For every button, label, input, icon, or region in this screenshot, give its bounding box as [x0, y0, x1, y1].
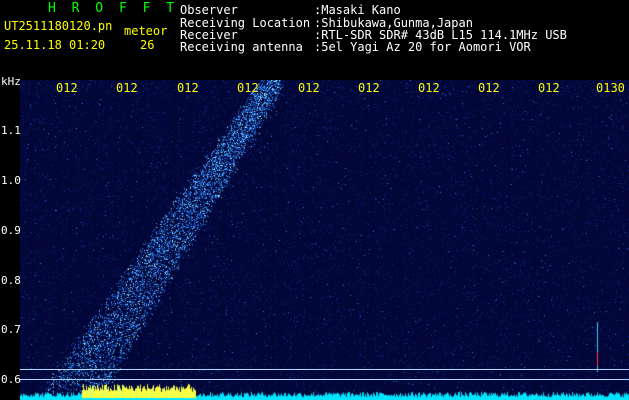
y-tick-6: 0.6 [1, 373, 21, 386]
waterfall-canvas [20, 80, 629, 400]
detection-count: 26 [140, 38, 155, 52]
observer-value: :Masaki Kano [314, 3, 401, 17]
time-tick-4: 012 [237, 81, 259, 95]
time-tick-7: 012 [418, 81, 440, 95]
time-tick-8: 012 [478, 81, 500, 95]
time-tick-9: 012 [538, 81, 560, 95]
reference-line-upper [20, 369, 629, 370]
file-name: UT2511180120.pn [4, 19, 113, 33]
hroft-window: H R O F F T UT2511180120.pn meteor 25.11… [0, 0, 629, 400]
antenna-value: :5el Yagi Az 20 for Aomori VOR [314, 40, 531, 54]
observer-label: Observer [180, 3, 238, 17]
time-tick-2: 012 [116, 81, 138, 95]
y-tick-5: 0.7 [1, 323, 21, 336]
time-tick-10: 0130 [596, 81, 625, 95]
app-title: H R O F F T [48, 1, 179, 16]
spectrogram-plot [20, 80, 629, 400]
mode-label: meteor [124, 24, 168, 38]
time-tick-1: 012 [56, 81, 78, 95]
y-tick-2: 1.0 [1, 174, 21, 187]
y-tick-1: 1.1 [1, 124, 21, 137]
time-tick-3: 012 [177, 81, 199, 95]
y-axis-unit: kHz [1, 75, 21, 88]
y-tick-4: 0.8 [1, 274, 21, 287]
antenna-label: Receiving antenna [180, 40, 303, 54]
capture-datetime: 25.11.18 01:20 [4, 38, 106, 52]
y-tick-3: 0.9 [1, 224, 21, 237]
time-tick-5: 012 [298, 81, 320, 95]
reference-line-lower [20, 379, 629, 380]
time-tick-6: 012 [358, 81, 380, 95]
